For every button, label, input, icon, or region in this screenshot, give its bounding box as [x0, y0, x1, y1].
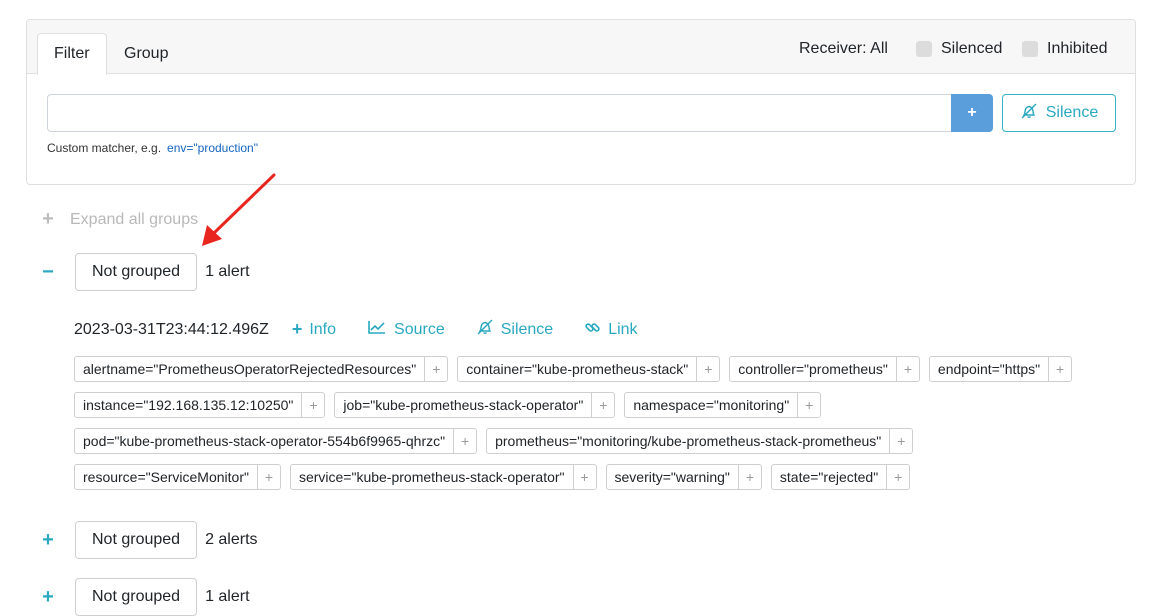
link-icon [584, 319, 608, 341]
alert-count: 2 alerts [205, 531, 258, 548]
label-text[interactable]: prometheus="monitoring/kube-prometheus-s… [487, 429, 889, 453]
label-text[interactable]: endpoint="https" [930, 357, 1048, 381]
alert-silence-button[interactable]: Silence [476, 318, 553, 341]
receiver-selector[interactable]: Receiver: All [799, 20, 888, 74]
group-name-button[interactable]: Not grouped [75, 578, 198, 616]
add-filter-plus-icon[interactable]: + [256, 465, 280, 489]
label-text[interactable]: service="kube-prometheus-stack-operator" [291, 465, 573, 489]
silence-button-label: Silence [1045, 104, 1099, 121]
inhibited-checkbox[interactable]: Inhibited [1022, 39, 1108, 59]
chart-line-icon [367, 319, 394, 340]
label-text[interactable]: instance="192.168.135.12:10250" [75, 393, 301, 417]
add-filter-plus-icon[interactable]: + [301, 393, 324, 417]
label-prometheus[interactable]: prometheus="monitoring/kube-prometheus-s… [486, 428, 914, 454]
matcher-example-link[interactable]: env="production" [167, 141, 258, 155]
expand-all-groups[interactable]: + Expand all groups [40, 208, 198, 231]
plus-icon: + [291, 319, 303, 339]
inhibited-checkbox-box[interactable] [1022, 41, 1038, 57]
tab-group[interactable]: Group [108, 33, 184, 75]
add-filter-plus-icon[interactable]: + [737, 465, 761, 489]
label-text[interactable]: namespace="monitoring" [625, 393, 797, 417]
silenced-checkbox[interactable]: Silenced [916, 39, 1002, 59]
label-text[interactable]: job="kube-prometheus-stack-operator" [335, 393, 591, 417]
info-label: Info [309, 320, 337, 338]
silence-button[interactable]: Silence [1002, 94, 1116, 132]
filter-panel: Filter Group Receiver: All Silenced Inhi… [26, 19, 1136, 185]
add-filter-plus-icon[interactable]: + [889, 429, 912, 453]
collapse-minus-icon[interactable]: − [40, 261, 56, 284]
alert-header: 2023-03-31T23:44:12.496Z + Info Source S… [74, 318, 669, 341]
link-label: Link [608, 320, 638, 338]
label-severity[interactable]: severity="warning" + [605, 464, 762, 490]
silenced-checkbox-label: Silenced [941, 40, 1003, 57]
alert-group: + Not grouped 2 alerts [40, 521, 258, 559]
source-label: Source [394, 320, 445, 338]
expand-plus-icon[interactable]: + [40, 529, 56, 552]
filter-panel-header: Filter Group Receiver: All Silenced Inhi… [27, 20, 1135, 75]
label-text[interactable]: controller="prometheus" [730, 357, 896, 381]
add-filter-plus-icon[interactable]: + [1048, 357, 1071, 381]
label-instance[interactable]: instance="192.168.135.12:10250" + [74, 392, 326, 418]
label-controller[interactable]: controller="prometheus" + [729, 356, 920, 382]
add-filter-plus-icon[interactable]: + [591, 393, 614, 417]
expand-all-label: Expand all groups [70, 210, 199, 228]
silence-bell-slash-icon [1020, 102, 1046, 125]
label-row: resource="ServiceMonitor" + service="kube… [74, 464, 1134, 490]
label-row: pod="kube-prometheus-stack-operator-554b… [74, 428, 1134, 454]
expand-plus-icon: + [42, 208, 54, 230]
label-row: alertname="PrometheusOperatorRejectedRes… [74, 356, 1134, 382]
tab-filter[interactable]: Filter [37, 33, 107, 75]
label-text[interactable]: pod="kube-prometheus-stack-operator-554b… [75, 429, 453, 453]
inhibited-checkbox-label: Inhibited [1047, 40, 1108, 57]
label-text[interactable]: state="rejected" [772, 465, 886, 489]
label-state[interactable]: state="rejected" + [770, 464, 911, 490]
add-filter-plus-icon[interactable]: + [453, 429, 476, 453]
label-alertname[interactable]: alertname="PrometheusOperatorRejectedRes… [74, 356, 449, 382]
label-pod[interactable]: pod="kube-prometheus-stack-operator-554b… [74, 428, 478, 454]
add-filter-plus-icon[interactable]: + [424, 357, 447, 381]
label-text[interactable]: container="kube-prometheus-stack" [458, 357, 696, 381]
alert-silence-label: Silence [500, 320, 554, 338]
label-row: instance="192.168.135.12:10250" + job="ku… [74, 392, 1134, 418]
label-text[interactable]: alertname="PrometheusOperatorRejectedRes… [75, 357, 424, 381]
filter-input[interactable] [47, 94, 952, 132]
group-name-button[interactable]: Not grouped [75, 253, 198, 291]
alert-count: 1 alert [205, 588, 250, 605]
info-button[interactable]: + Info [292, 319, 336, 340]
group-name-button[interactable]: Not grouped [75, 521, 198, 559]
label-container[interactable]: container="kube-prometheus-stack" + [457, 356, 721, 382]
add-filter-plus-icon[interactable]: + [895, 357, 919, 381]
matcher-hint: Custom matcher, e.g. env="production" [47, 141, 258, 155]
expand-plus-icon[interactable]: + [40, 586, 56, 609]
bell-slash-icon [476, 318, 501, 341]
add-filter-plus-icon[interactable]: + [696, 357, 719, 381]
label-endpoint[interactable]: endpoint="https" + [928, 356, 1073, 382]
alert-group: − Not grouped 1 alert [40, 253, 250, 291]
add-filter-button[interactable]: + [951, 94, 993, 132]
label-namespace[interactable]: namespace="monitoring" + [624, 392, 822, 418]
alert-group: + Not grouped 1 alert [40, 578, 250, 616]
alert-labels: alertname="PrometheusOperatorRejectedRes… [74, 356, 1134, 500]
label-text[interactable]: resource="ServiceMonitor" [75, 465, 257, 489]
add-filter-plus-icon[interactable]: + [572, 465, 596, 489]
alert-count: 1 alert [205, 263, 250, 280]
label-resource[interactable]: resource="ServiceMonitor" + [74, 464, 281, 490]
label-text[interactable]: severity="warning" [607, 465, 738, 489]
silenced-checkbox-box[interactable] [916, 41, 932, 57]
add-filter-plus-icon[interactable]: + [797, 393, 820, 417]
matcher-hint-text: Custom matcher, e.g. [47, 141, 162, 155]
alert-timestamp: 2023-03-31T23:44:12.496Z [74, 320, 269, 338]
add-filter-plus-icon[interactable]: + [886, 465, 909, 489]
label-job[interactable]: job="kube-prometheus-stack-operator" + [334, 392, 616, 418]
link-button[interactable]: Link [584, 319, 638, 341]
label-service[interactable]: service="kube-prometheus-stack-operator"… [289, 464, 597, 490]
source-button[interactable]: Source [367, 319, 445, 340]
